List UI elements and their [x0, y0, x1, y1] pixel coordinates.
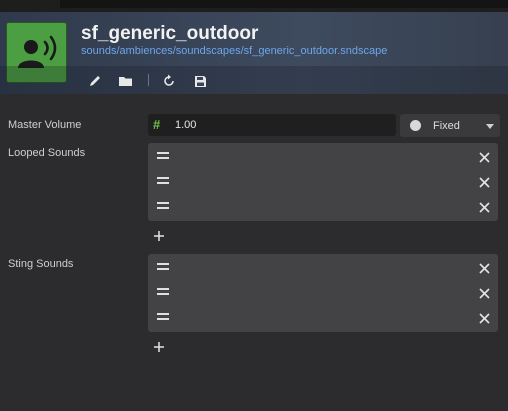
pencil-icon: [88, 74, 102, 88]
add-looped-sound-button[interactable]: [153, 229, 165, 241]
list-item: [148, 305, 498, 330]
drag-handle-icon[interactable]: [157, 288, 169, 296]
floppy-disk-icon: [194, 75, 207, 88]
plus-icon: [153, 340, 165, 357]
master-volume-label: Master Volume: [8, 119, 82, 131]
hash-icon: #: [153, 117, 161, 132]
master-volume-value: 1.00: [175, 119, 197, 131]
close-icon[interactable]: [479, 200, 490, 213]
list-item: [148, 144, 498, 169]
sting-sounds-label: Sting Sounds: [8, 258, 74, 270]
looped-sounds-list: [148, 143, 498, 221]
folder-icon: [118, 75, 133, 88]
volume-mode-value: Fixed: [433, 120, 460, 132]
volume-mode-select[interactable]: Fixed: [400, 114, 500, 137]
drag-handle-icon[interactable]: [157, 263, 169, 271]
save-button[interactable]: [191, 72, 209, 90]
list-item: [148, 280, 498, 305]
fixed-mode-icon: [410, 120, 421, 131]
close-icon[interactable]: [479, 311, 490, 324]
chevron-down-icon: [486, 124, 494, 129]
reload-button[interactable]: [160, 72, 178, 90]
list-item: [148, 194, 498, 219]
window-top-strip-dark: [60, 0, 508, 8]
browse-button[interactable]: [116, 72, 134, 90]
drag-handle-icon[interactable]: [157, 152, 169, 160]
asset-path-link[interactable]: sounds/ambiences/soundscapes/sf_generic_…: [81, 45, 387, 57]
add-sting-sound-button[interactable]: [153, 340, 165, 352]
close-icon[interactable]: [479, 150, 490, 163]
asset-title: sf_generic_outdoor: [81, 23, 259, 44]
list-item: [148, 169, 498, 194]
looped-sounds-label: Looped Sounds: [8, 147, 86, 159]
close-icon[interactable]: [479, 175, 490, 188]
window-top-strip: [0, 0, 508, 12]
asset-toolbar: [0, 66, 508, 94]
drag-handle-icon[interactable]: [157, 313, 169, 321]
edit-button[interactable]: [86, 72, 104, 90]
toolbar-separator: [148, 74, 149, 86]
drag-handle-icon[interactable]: [157, 177, 169, 185]
drag-handle-icon[interactable]: [157, 202, 169, 210]
refresh-icon: [162, 74, 176, 88]
close-icon[interactable]: [479, 286, 490, 299]
sting-sounds-list: [148, 254, 498, 332]
close-icon[interactable]: [479, 261, 490, 274]
master-volume-input[interactable]: # 1.00: [148, 114, 396, 136]
list-item: [148, 255, 498, 280]
plus-icon: [153, 229, 165, 246]
